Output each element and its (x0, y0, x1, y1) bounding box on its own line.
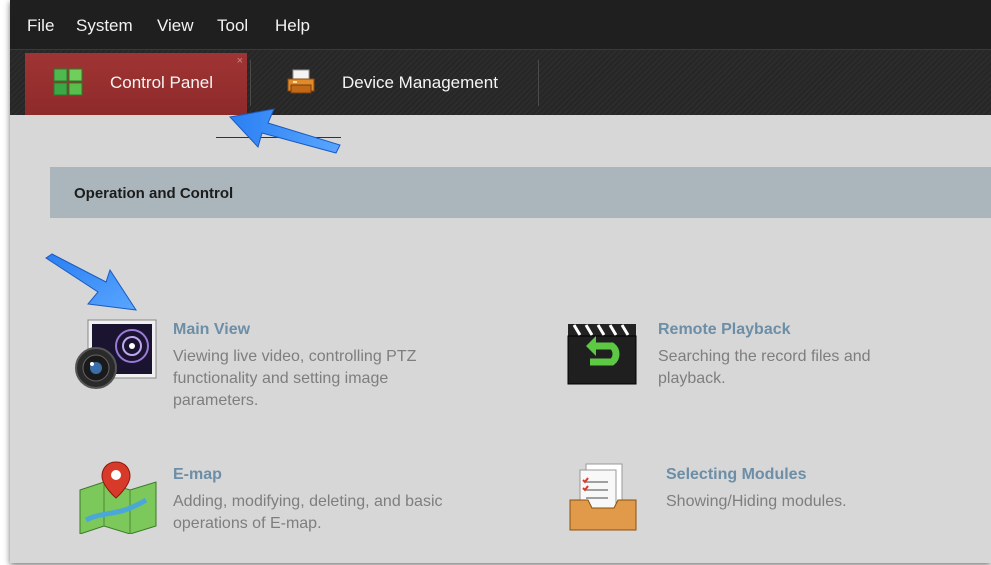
tab-device-management-label: Device Management (342, 73, 498, 92)
feature-remote-playback[interactable]: Remote Playback Searching the record fil… (566, 318, 986, 398)
feature-selecting-modules[interactable]: Selecting Modules Showing/Hiding modules… (568, 460, 988, 540)
remote-playback-description: Searching the record files and playback. (658, 348, 871, 387)
menu-system[interactable]: System (76, 0, 133, 49)
document-tray-icon (569, 463, 637, 531)
menu-tool[interactable]: Tool (217, 0, 248, 49)
tab-control-panel[interactable]: Control Panel × (25, 53, 247, 116)
playback-clapperboard-icon (567, 324, 637, 385)
annotation-arrow-icon (45, 253, 138, 311)
menu-view[interactable]: View (157, 0, 194, 49)
tab-divider (538, 60, 539, 106)
emap-link[interactable]: E-map (173, 466, 222, 484)
map-pin-icon (79, 461, 157, 534)
selecting-modules-link[interactable]: Selecting Modules (666, 466, 806, 484)
selecting-modules-description: Showing/Hiding modules. (666, 493, 847, 510)
menu-file[interactable]: File (27, 0, 54, 49)
feature-emap[interactable]: E-map Adding, modifying, deleting, and b… (76, 460, 496, 540)
tab-control-panel-label: Control Panel (110, 73, 214, 92)
close-icon[interactable]: × (237, 55, 243, 67)
annotation-arrow-icon (229, 108, 341, 154)
section-title: Operation and Control (74, 185, 234, 202)
main-view-description: Viewing live video, controlling PTZ func… (173, 348, 417, 409)
feature-main-view[interactable]: Main View Viewing live video, controllin… (74, 318, 494, 418)
section-header: Operation and Control (50, 167, 991, 218)
camera-monitor-icon (75, 319, 157, 389)
emap-description: Adding, modifying, deleting, and basic o… (173, 493, 443, 532)
control-panel-content: Operation and Control Main View Viewing … (10, 115, 991, 563)
module-tab-bar: Control Panel × Device Management (10, 49, 991, 116)
menu-bar: File System View Tool Help (10, 0, 991, 49)
tab-divider (250, 60, 251, 106)
grid-icon (53, 68, 83, 96)
application-window: File System View Tool Help Control Panel… (10, 0, 991, 563)
remote-playback-link[interactable]: Remote Playback (658, 321, 791, 339)
menu-help[interactable]: Help (275, 0, 310, 49)
main-view-link[interactable]: Main View (173, 321, 250, 339)
printer-icon (287, 69, 315, 94)
